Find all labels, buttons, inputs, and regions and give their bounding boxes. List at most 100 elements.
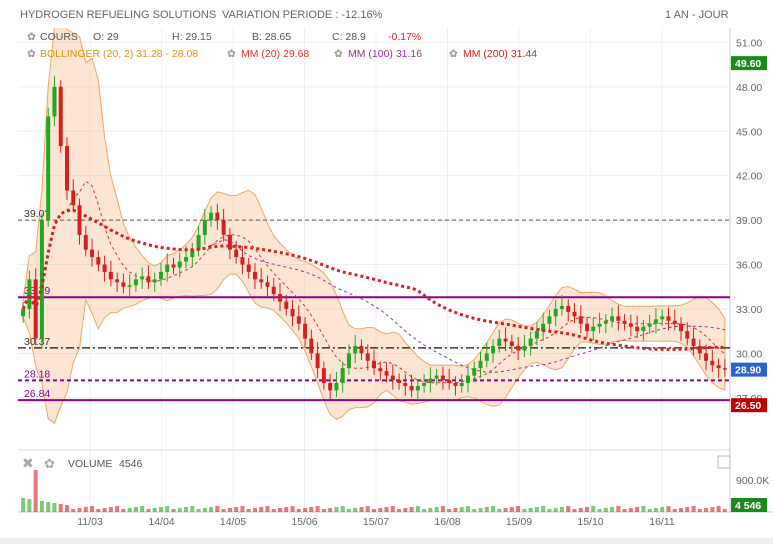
price-tick-label: 51.00 <box>736 37 762 49</box>
volume-bar <box>478 508 483 512</box>
volume-bar <box>509 507 514 512</box>
volume-bar <box>209 507 214 512</box>
legend-cours: ✿ COURS O: 29 H: 29.15 B: 28.65 C: 28.9 … <box>27 31 421 43</box>
volume-bar <box>271 509 276 512</box>
volume-bar <box>152 508 157 512</box>
volume-bar <box>497 509 502 512</box>
volume-bar <box>697 509 702 512</box>
volume-bar <box>378 508 383 512</box>
candle-body <box>484 353 489 361</box>
volume-bar <box>252 508 257 512</box>
candle-body <box>572 311 577 317</box>
volume-bar <box>422 509 427 512</box>
volume-bar <box>315 506 320 512</box>
volume-bar <box>64 505 69 512</box>
scrollbar-track[interactable] <box>0 538 773 544</box>
volume-bar <box>340 506 345 512</box>
candle-body <box>522 345 527 351</box>
volume-bar <box>259 507 264 512</box>
candle-body <box>77 205 82 235</box>
volume-bar <box>403 508 408 512</box>
volume-bar <box>121 509 126 512</box>
candle-body <box>478 360 483 369</box>
candle-body <box>171 264 176 268</box>
volume-bar <box>653 508 658 512</box>
candle-body <box>278 294 283 302</box>
candle-body <box>672 320 677 324</box>
candle-body <box>83 234 88 250</box>
candle-body <box>704 353 709 361</box>
volume-bar <box>679 508 684 512</box>
volume-bar <box>33 470 38 512</box>
candle-body <box>133 279 138 286</box>
volume-bar <box>171 509 176 512</box>
volume-bar <box>415 506 420 512</box>
candle-body <box>679 323 684 332</box>
candle-body <box>710 360 715 366</box>
volume-bar <box>71 509 76 512</box>
candle-body <box>566 305 571 312</box>
candle-body <box>296 316 301 324</box>
volume-bar <box>409 507 414 512</box>
date-axis: 11/03 14/04 14/05 15/06 15/07 16/08 15/09 15/10… <box>77 516 675 528</box>
candle-body <box>428 378 433 383</box>
volume-bar <box>190 506 195 512</box>
candle-body <box>215 212 220 221</box>
candle-body <box>234 249 239 258</box>
volume-bar <box>716 506 721 512</box>
volume-bar <box>334 507 339 512</box>
volume-bar <box>146 509 151 512</box>
candle-body <box>252 271 257 280</box>
volume-bar <box>559 507 564 512</box>
volume-bar <box>397 509 402 512</box>
candle-body <box>184 257 189 262</box>
volume-bar <box>215 506 220 512</box>
legend-mm100: MM (100) 31.16 <box>348 48 422 60</box>
candle-body <box>165 264 170 272</box>
candle-body <box>108 271 113 280</box>
volume-bar <box>603 508 608 512</box>
volume-bar <box>616 506 621 512</box>
volume-bar <box>46 502 51 512</box>
candle-body <box>309 338 314 354</box>
candle-body <box>653 319 658 324</box>
candle-body <box>321 368 326 383</box>
volume-bar <box>96 509 101 512</box>
candle-body <box>359 345 364 354</box>
volume-bar <box>221 509 226 512</box>
volume-maximize-button[interactable] <box>717 455 731 469</box>
volume-tag-label: 4 546 <box>735 500 761 512</box>
legend-indicators: ✿ BOLLINGER (20, 2) 31.28 - 28.08 ✿ MM (… <box>27 48 537 60</box>
volume-bar <box>453 508 458 512</box>
candle-body <box>221 220 226 235</box>
volume-bar <box>127 508 132 512</box>
candle-body <box>240 257 245 265</box>
candle-body <box>58 86 63 147</box>
candle-body <box>422 382 427 386</box>
volume-bar <box>472 509 477 512</box>
candle-body <box>284 301 289 309</box>
candle-body <box>96 257 101 265</box>
volume-bar <box>284 507 289 512</box>
legend-mm20: MM (20) 29.68 <box>241 48 309 60</box>
volume-bar <box>597 509 602 512</box>
candle-body <box>140 276 145 280</box>
price-axis: 51.00 48.00 45.00 42.00 39.00 36.00 33.00 30.00… <box>736 37 769 487</box>
volume-bar <box>328 508 333 512</box>
price-tick-label: 30.00 <box>736 348 762 360</box>
candle-body <box>196 234 201 250</box>
candle-body <box>622 320 627 324</box>
candle-body <box>265 282 270 287</box>
volume-value: 4546 <box>119 458 143 470</box>
volume-bar <box>158 507 163 512</box>
candle-body <box>390 375 395 381</box>
candle-body <box>384 371 389 376</box>
candle-body <box>46 116 51 221</box>
volume-bar <box>541 506 546 512</box>
candle-body <box>415 385 420 391</box>
candle-body <box>616 316 621 321</box>
candle-body <box>52 86 57 117</box>
candle-body <box>271 286 276 295</box>
candle-body <box>209 212 214 221</box>
volume-bar <box>384 507 389 512</box>
